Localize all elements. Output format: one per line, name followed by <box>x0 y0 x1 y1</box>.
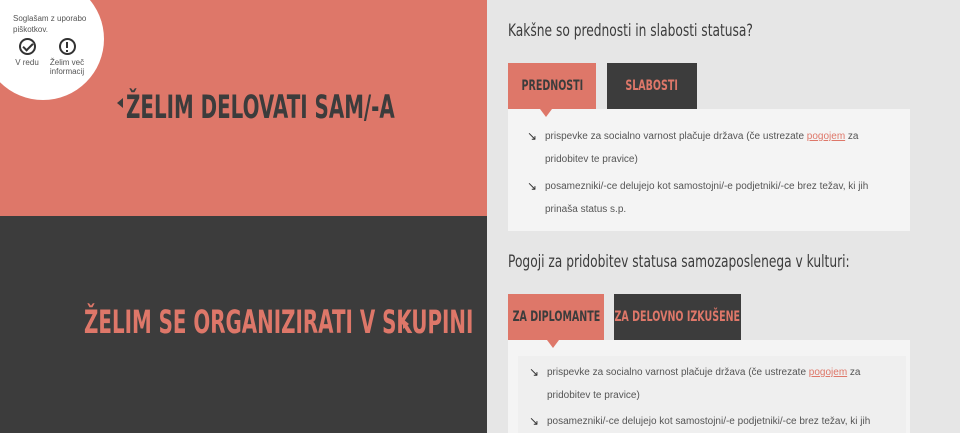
pogojem-link[interactable]: pogojem <box>809 367 847 378</box>
section-heading-pros-cons: Kakšne so prednosti in slabosti statusa? <box>508 21 753 41</box>
cookie-accept-button[interactable]: V redu <box>14 38 40 67</box>
tab-label: SLABOSTI <box>625 78 679 94</box>
option-solo-title[interactable]: ŽELIM DELOVATI SAM/-A <box>126 88 395 126</box>
tab-pointer <box>547 340 559 348</box>
list-item-text: prispevke za socialno varnost plačuje dr… <box>547 367 809 378</box>
cookie-message: Soglašam z uporabo piškotkov. <box>13 14 87 34</box>
list-item-text: prispevke za socialno varnost plačuje dr… <box>545 131 807 142</box>
tab-label: ZA DELOVNO IZKUŠENE <box>614 309 741 325</box>
arrow-left-icon <box>117 98 123 108</box>
list-item: ↘ prispevke za socialno varnost plačuje … <box>527 125 897 171</box>
section-heading-conditions: Pogoji za pridobitev statusa samozaposle… <box>508 252 850 272</box>
tab-pointer <box>540 109 552 117</box>
cookie-more-info-button[interactable]: Želim več informacij <box>48 38 86 76</box>
arrow-down-right-icon: ↘ <box>529 414 540 428</box>
arrow-down-right-icon: ↘ <box>527 129 538 143</box>
list-item-text: posamezniki/-ce delujejo kot samostojni/… <box>547 416 871 427</box>
list-item-text: posamezniki/-ce delujejo kot samostojni/… <box>545 181 869 215</box>
tab-slabosti[interactable]: SLABOSTI <box>607 63 697 109</box>
list-item: ↘ posamezniki/-ce delujejo kot samostojn… <box>529 410 899 433</box>
cookie-more-label: Želim več informacij <box>49 58 85 76</box>
list-item: ↘ posamezniki/-ce delujejo kot samostojn… <box>527 175 897 221</box>
tab-prednosti[interactable]: PREDNOSTI <box>508 63 596 109</box>
arrow-down-right-icon: ↘ <box>527 179 538 193</box>
list-item: ↘ prispevke za socialno varnost plačuje … <box>529 361 899 407</box>
check-icon <box>18 38 36 55</box>
tab-label: ZA DIPLOMANTE <box>512 309 600 325</box>
pogojem-link[interactable]: pogojem <box>807 131 845 142</box>
arrow-right-icon <box>403 319 409 329</box>
option-group-title[interactable]: ŽELIM SE ORGANIZIRATI V SKUPINI <box>84 303 473 341</box>
arrow-down-right-icon: ↘ <box>529 365 540 379</box>
exclamation-icon <box>58 38 76 55</box>
tab-label: PREDNOSTI <box>521 78 583 94</box>
tab-za-delovno-izkusene[interactable]: ZA DELOVNO IZKUŠENE <box>614 294 741 340</box>
tab-za-diplomante[interactable]: ZA DIPLOMANTE <box>508 294 604 340</box>
cookie-accept-label: V redu <box>15 58 39 67</box>
